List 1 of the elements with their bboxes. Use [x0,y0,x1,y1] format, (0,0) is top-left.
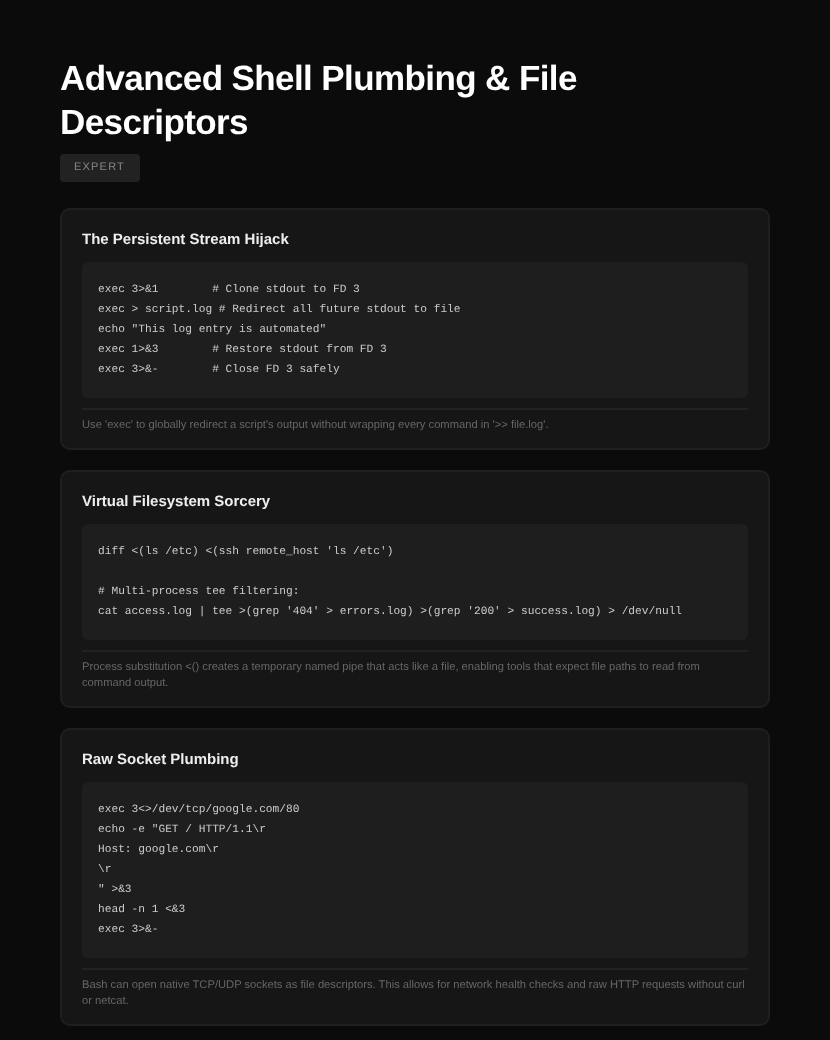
page-title: Advanced Shell Plumbing & File Descriptors [60,56,579,144]
